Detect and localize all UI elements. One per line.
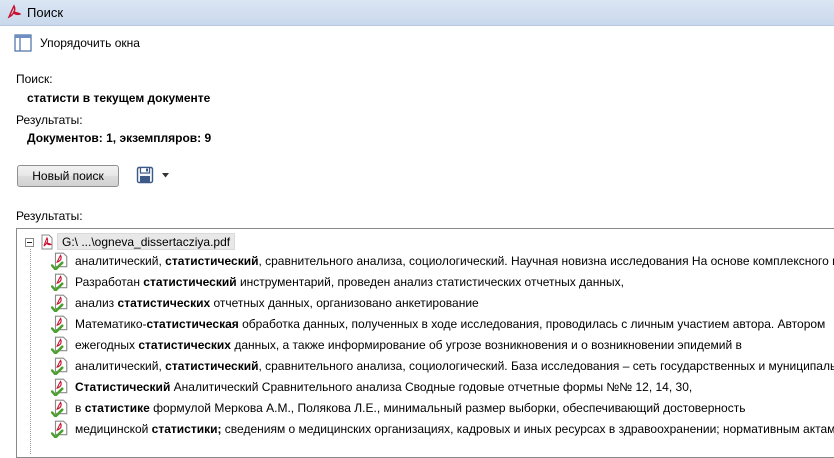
results-label: Результаты: [16,209,83,223]
result-item[interactable]: медицинской статистики; сведениям о меди… [51,419,834,439]
arrange-windows-label: Упорядочить окна [40,36,140,50]
pdf-file-icon [41,234,53,250]
result-item[interactable]: аналитический, статистический, сравнител… [51,251,834,271]
result-context-after: инструментарий, проведен анализ статисти… [236,275,624,289]
result-text: Разработан статистический инструментарий… [75,275,624,289]
result-text: аналитический, статистический, сравнител… [75,254,834,268]
result-match: статистике [84,401,150,415]
result-item[interactable]: Статистический Аналитический Сравнительн… [51,377,834,397]
result-item[interactable]: ежегодных статистических данных, а также… [51,335,834,355]
new-search-button[interactable]: Новый поиск [17,165,119,187]
result-match: статистический [143,275,237,289]
result-match: статистических [138,338,231,352]
chevron-down-icon[interactable] [161,171,170,180]
result-item[interactable]: аналитический, статистический, сравнител… [51,356,834,376]
result-context-before: в [75,401,85,415]
title-bar: Поиск [0,0,834,26]
result-match: статистический [165,359,259,373]
result-text: Статистический Аналитический Сравнительн… [75,380,692,394]
result-match: статистических [117,296,211,310]
summary-label: Результаты: [16,113,83,127]
file-name[interactable]: G:\ ...\ogneva_dissertacziya.pdf [57,233,236,250]
result-context-after: Аналитический Сравнительного анализа Сво… [170,380,693,394]
pdf-check-icon [51,357,68,375]
result-context-before: медицинской [75,422,152,436]
result-context-after: , сравнительного анализа, социологически… [258,359,834,373]
result-context-before: анализ [75,296,118,310]
result-match: Статистический [75,380,171,394]
result-text: в статистике формулой Меркова А.М., Поля… [75,401,745,415]
result-context-after: сведениям о медицинских организациях, ка… [221,422,834,436]
result-context-before: аналитический, [75,254,166,268]
result-match: статистики; [151,422,222,436]
result-text: медицинской статистики; сведениям о меди… [75,422,834,436]
collapse-toggle[interactable] [25,238,34,247]
result-item[interactable]: анализ статистических отчетных данных, о… [51,293,834,313]
pdf-check-icon [51,273,68,291]
result-context-after: обработка данных, полученных в ходе иссл… [238,317,826,331]
result-item[interactable]: Математико-статистическая обработка данн… [51,314,834,334]
pdf-icon [7,4,22,19]
result-context-before: Разработан [75,275,144,289]
search-label: Поиск: [16,72,53,86]
pdf-check-icon [51,336,68,354]
save-results-button[interactable] [136,166,176,186]
search-query: статисти в текущем документе [27,91,211,105]
result-context-before: ежегодных [75,338,139,352]
pdf-check-icon [51,378,68,396]
pdf-check-icon [51,315,68,333]
result-context-before: Математико- [75,317,147,331]
window-title: Поиск [27,5,64,20]
tile-windows-icon [14,34,32,52]
result-context-after: данных, а также информирование об угрозе… [230,338,742,352]
result-context-after: формулой Меркова А.М., Полякова Л.Е., ми… [149,401,746,415]
result-text: Математико-статистическая обработка данн… [75,317,825,331]
result-context-after: отчетных данных, организовано анкетирова… [210,296,479,310]
result-text: аналитический, статистический, сравнител… [75,359,834,373]
pdf-check-icon [51,294,68,312]
floppy-disk-icon [136,166,154,184]
result-item[interactable]: Разработан статистический инструментарий… [51,272,834,292]
result-item[interactable]: в статистике формулой Меркова А.М., Поля… [51,398,834,418]
result-context-before: аналитический, [75,359,166,373]
result-text: ежегодных статистических данных, а также… [75,338,742,352]
tree-connector [30,249,31,454]
pdf-check-icon [51,420,68,438]
results-tree[interactable]: G:\ ...\ogneva_dissertacziya.pdf аналити… [16,228,834,458]
pdf-check-icon [51,399,68,417]
result-context-after: , сравнительного анализа, социологически… [258,254,834,268]
pdf-check-icon [51,252,68,270]
result-match: статистический [165,254,259,268]
summary-value: Документов: 1, экземпляров: 9 [27,131,212,145]
result-match: статистическая [146,317,239,331]
result-text: анализ статистических отчетных данных, о… [75,296,479,310]
